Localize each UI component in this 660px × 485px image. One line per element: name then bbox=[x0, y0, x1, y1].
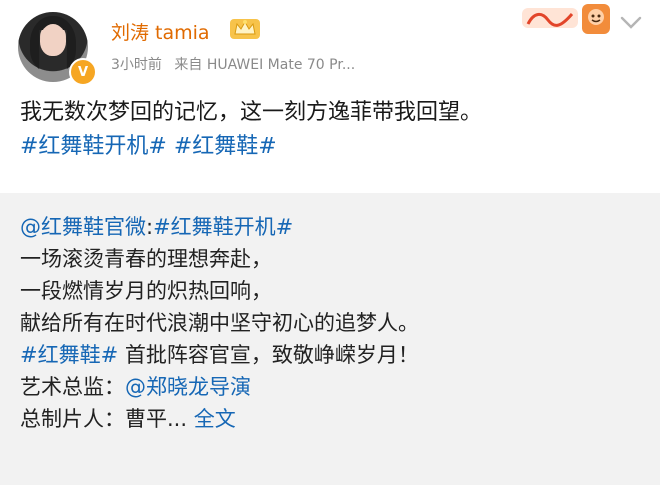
producer-label: 总制片人： bbox=[20, 407, 125, 431]
topic-link[interactable]: #红舞鞋开机# bbox=[153, 215, 293, 239]
full-text-link[interactable]: 全文 bbox=[194, 407, 236, 431]
repost-card[interactable]: @红舞鞋官微:#红舞鞋开机# 一场滚烫青春的理想奔赴， 一段燃情岁月的炽热回响，… bbox=[0, 193, 660, 485]
post-meta: 3小时前 来自 HUAWEI Mate 70 Pr... bbox=[111, 54, 363, 74]
crown-badge-icon[interactable] bbox=[229, 16, 261, 42]
verified-icon: V bbox=[69, 58, 97, 86]
announce-text: 首批阵容官宣，致敬峥嵘岁月！ bbox=[118, 343, 419, 367]
topic-link[interactable]: #红舞鞋开机# bbox=[20, 134, 167, 159]
username[interactable]: 刘涛 tamia bbox=[111, 18, 210, 45]
repost-line: 一场滚烫青春的理想奔赴， bbox=[20, 247, 272, 271]
producer-name: 曹平... bbox=[125, 407, 188, 431]
post-body: 我无数次梦回的记忆，这一刻方逸菲带我回望。 bbox=[20, 100, 483, 125]
topic-link[interactable]: #红舞鞋# bbox=[174, 134, 277, 159]
repost-body: @红舞鞋官微:#红舞鞋开机# 一场滚烫青春的理想奔赴， 一段燃情岁月的炽热回响，… bbox=[20, 211, 645, 435]
mention-link[interactable]: @红舞鞋官微 bbox=[20, 215, 146, 239]
avatar-face bbox=[40, 24, 66, 56]
post-header: V 刘涛 tamia 3小时前 来自 HUAWEI Mate 70 Pr... bbox=[0, 0, 660, 90]
mention-link[interactable]: @郑晓龙导演 bbox=[125, 375, 251, 399]
chevron-down-icon[interactable] bbox=[620, 16, 642, 30]
art-director-label: 艺术总监： bbox=[20, 375, 125, 399]
topic-link[interactable]: #红舞鞋# bbox=[20, 343, 118, 367]
post-source: 来自 HUAWEI Mate 70 Pr... bbox=[174, 57, 356, 73]
repost-line: 一段燃情岁月的炽热回响， bbox=[20, 279, 272, 303]
post-time: 3小时前 bbox=[111, 57, 162, 73]
sticker-icon bbox=[522, 4, 610, 34]
repost-line: 献给所有在时代浪潮中坚守初心的追梦人。 bbox=[20, 311, 419, 335]
post-text: 我无数次梦回的记忆，这一刻方逸菲带我回望。 #红舞鞋开机# #红舞鞋# bbox=[20, 96, 645, 164]
